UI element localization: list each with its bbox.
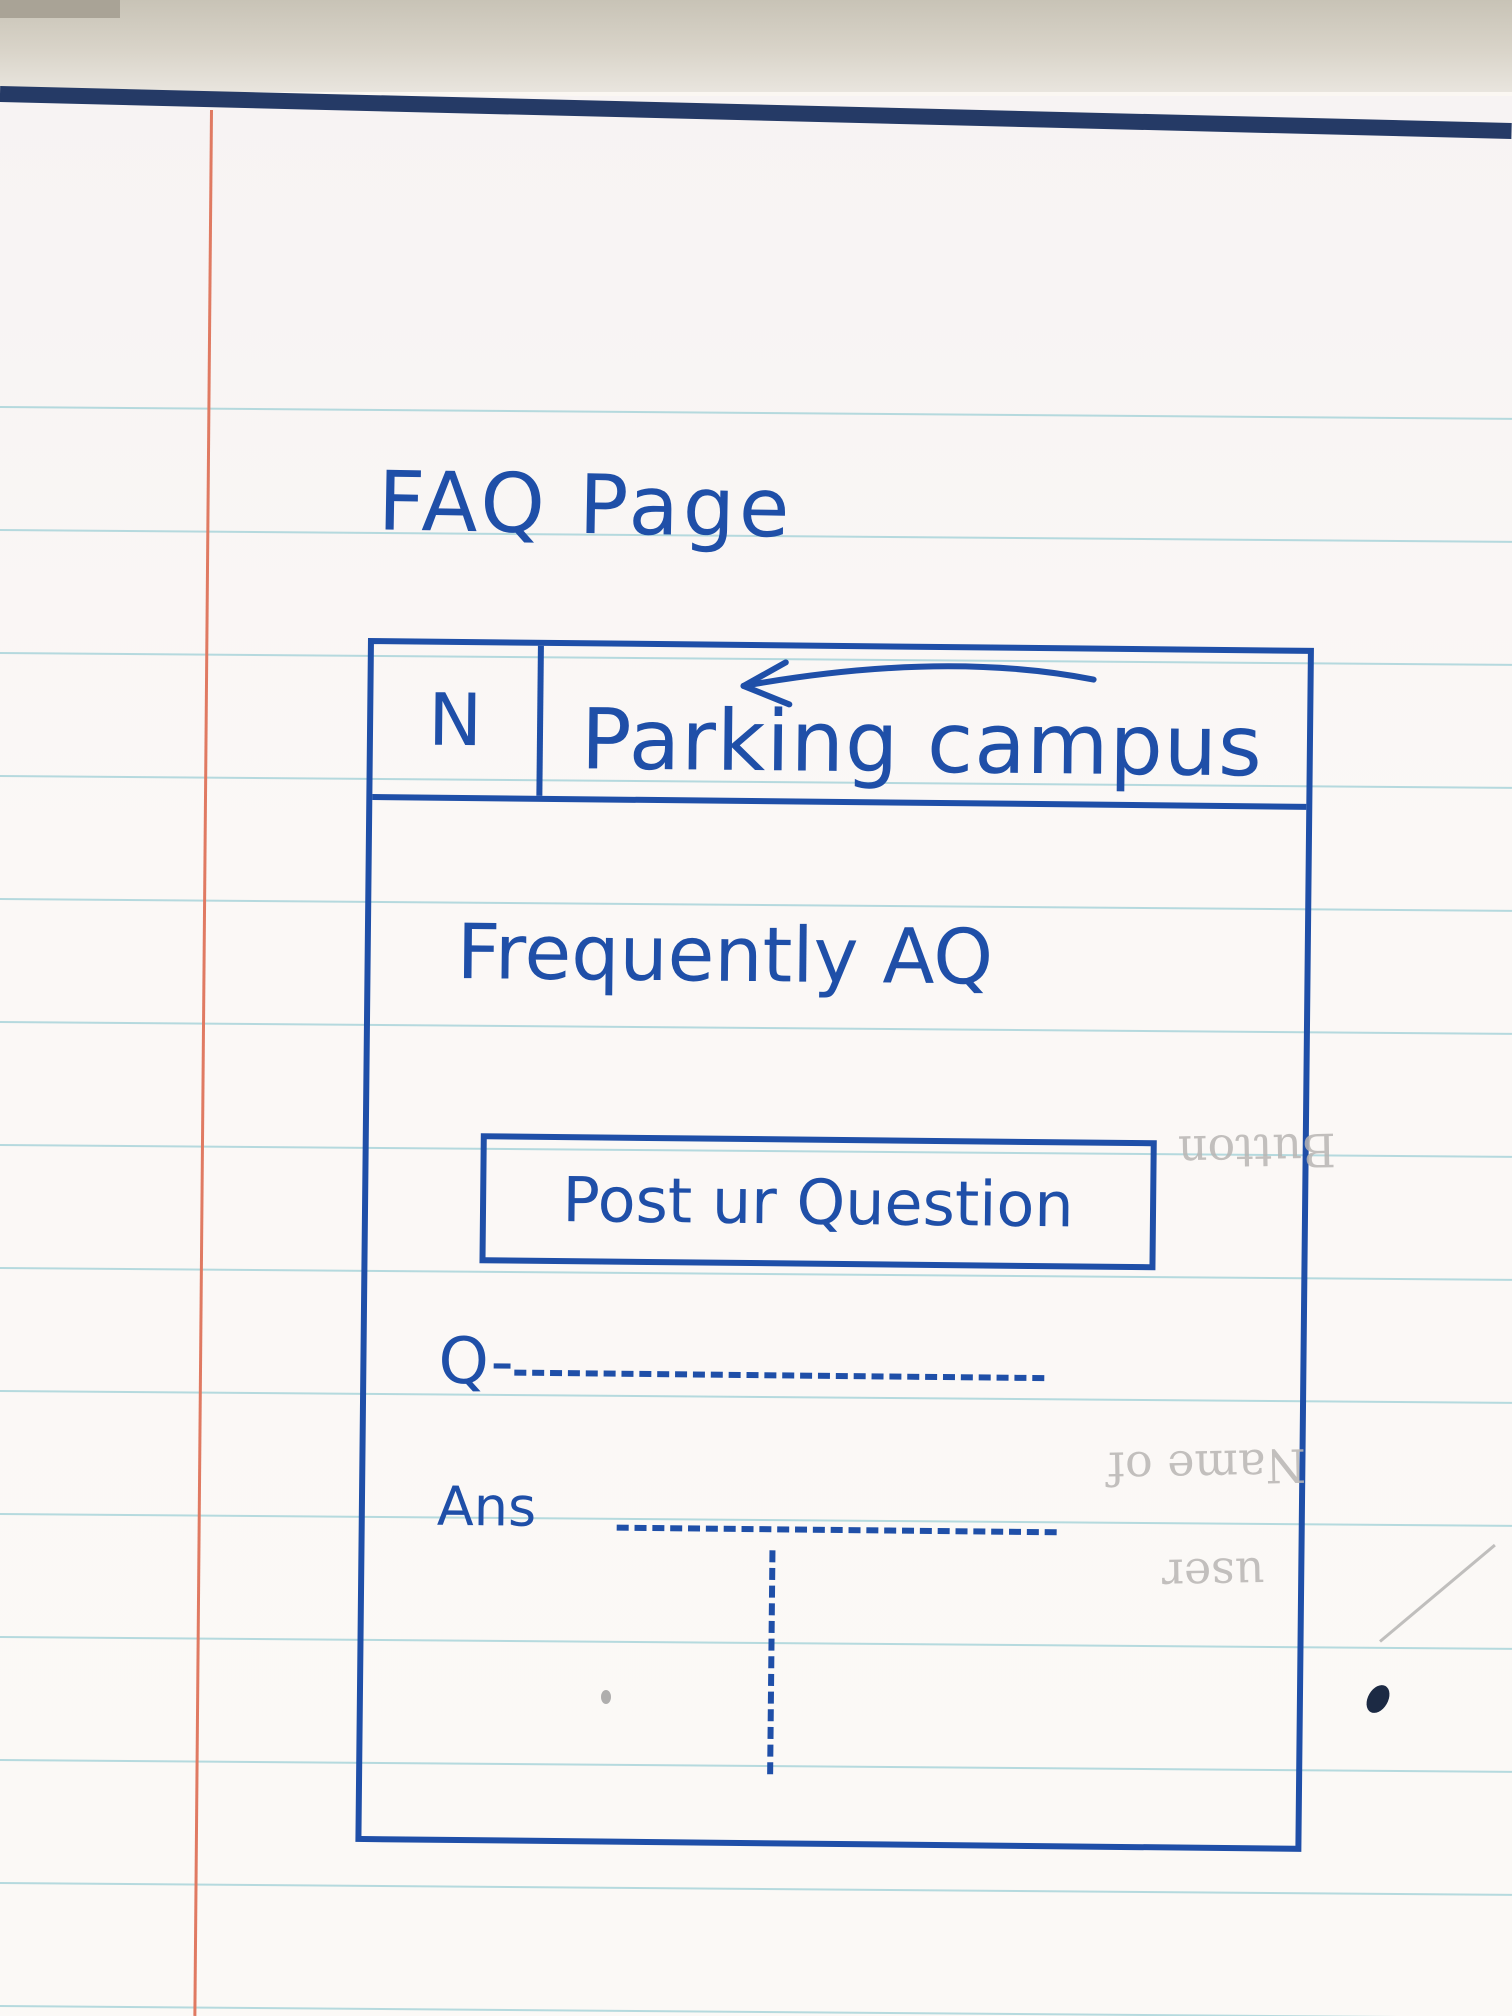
- faq-heading: Frequently AQ: [456, 906, 994, 1002]
- answer-placeholder-line: [616, 1524, 1057, 1536]
- question-placeholder-line: [514, 1369, 1045, 1382]
- smudge: [601, 1690, 611, 1704]
- faq-answer: Ans: [437, 1463, 1137, 1539]
- pencil-note: user: [1161, 1547, 1265, 1603]
- post-question-button[interactable]: Post ur Question: [479, 1133, 1157, 1271]
- nav-menu-button[interactable]: N: [372, 644, 544, 796]
- pencil-note: Button: [1177, 1122, 1337, 1180]
- navbar: N Parking campus: [372, 644, 1308, 810]
- more-items-indicator: [767, 1550, 776, 1775]
- faq-question[interactable]: Q-: [438, 1325, 1139, 1400]
- answer-label: Ans: [436, 1474, 537, 1539]
- background-object: [0, 0, 120, 18]
- page-title: FAQ Page: [377, 454, 795, 557]
- pencil-note: Name of: [1107, 1438, 1307, 1496]
- phone-frame: N Parking campus Frequently AQ Post ur Q…: [355, 638, 1314, 1852]
- question-label: Q-: [438, 1324, 515, 1400]
- background-surface: [0, 0, 1512, 92]
- brand-name: Parking campus: [580, 690, 1264, 796]
